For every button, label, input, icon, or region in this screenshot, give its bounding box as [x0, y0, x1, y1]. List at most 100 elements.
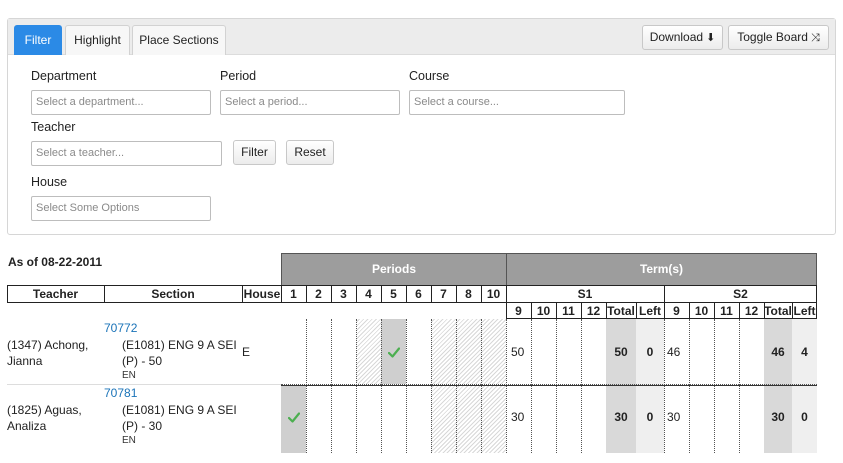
section-description: (E1081) ENG 9 A SEI (P) - 30 [122, 403, 237, 433]
toggle-board-button[interactable]: Toggle Board ⤨ [728, 25, 829, 50]
grid-line [506, 319, 507, 453]
grid-line [556, 302, 557, 318]
s2-grade-9-header: 9 [673, 304, 680, 318]
filter-panel: Filter Highlight Place Sections Download… [7, 18, 836, 235]
s1-grade-11-header: 11 [562, 304, 575, 318]
section-language: EN [122, 435, 136, 446]
period-header-4: 4 [365, 287, 372, 301]
blocked-cell [356, 319, 381, 384]
toggle-board-label: Toggle Board [737, 30, 808, 44]
period-header-6: 6 [415, 287, 422, 301]
grid-line [664, 285, 665, 318]
course-label: Course [409, 69, 450, 83]
grid-line [381, 319, 382, 453]
grid-line [406, 319, 407, 453]
grid-line [456, 319, 457, 453]
house-column-header: House [243, 287, 281, 301]
house-select[interactable]: Select Some Options [31, 196, 211, 221]
period-label: Period [220, 69, 257, 83]
blocked-cell [431, 385, 506, 453]
s2-left-count: 4 [801, 345, 808, 359]
s2-left-header: Left [793, 304, 816, 318]
grid-line [331, 285, 332, 302]
download-button[interactable]: Download ⬇ [642, 25, 723, 50]
s1-grade-12-header: 12 [586, 304, 601, 318]
department-select[interactable]: Select a department... [31, 90, 211, 115]
tab-place-sections[interactable]: Place Sections [132, 25, 226, 55]
s2-left-count: 0 [801, 410, 808, 424]
s1-total-header: Total [607, 304, 635, 318]
s1-left-header: Left [639, 304, 661, 318]
filter-button[interactable]: Filter [233, 140, 276, 165]
s1-left-column [636, 319, 664, 453]
grid-line [481, 285, 482, 302]
section-description: (E1081) ENG 9 A SEI (P) - 50 [122, 338, 237, 368]
header-top-line [7, 285, 817, 286]
s1-total-column [606, 319, 636, 453]
header-left-bottom-line [7, 302, 506, 303]
grid-line [506, 285, 507, 318]
grid-line [764, 302, 765, 318]
s2-total-count: 46 [771, 345, 785, 359]
s1-left-count: 0 [646, 345, 654, 359]
grid-line [356, 319, 357, 453]
period-header-7: 7 [440, 287, 447, 301]
shuffle-icon: ⤨ [810, 32, 820, 44]
grid-line [7, 285, 8, 302]
section-link[interactable]: 70772 [104, 321, 137, 335]
teacher-name: (1825) Aguas, Analiza [7, 403, 82, 433]
s2-total-column [764, 319, 792, 453]
tab-filter[interactable]: Filter [14, 25, 62, 55]
teacher-select[interactable]: Select a teacher... [31, 141, 222, 166]
download-circle-icon: ⬇ [706, 32, 716, 44]
grid-line [456, 285, 457, 302]
period-select[interactable]: Select a period... [220, 90, 400, 115]
grid-line [531, 319, 532, 453]
grid-line [714, 319, 715, 453]
grid-line [739, 319, 740, 453]
grid-line [306, 285, 307, 302]
department-label: Department [31, 69, 97, 83]
grid-line [714, 302, 715, 318]
period-header-10: 10 [486, 287, 501, 301]
grid-line [431, 319, 432, 453]
house-label: House [31, 175, 68, 189]
grid-line [606, 302, 607, 318]
grid-line [556, 319, 557, 453]
grid-line [689, 319, 690, 453]
grid-line [431, 285, 432, 302]
section-column-header: Section [151, 287, 195, 301]
s1-header: S1 [577, 287, 593, 301]
s1-grade-9-count: 50 [511, 345, 525, 359]
period-header-3: 3 [340, 287, 347, 301]
grid-line [531, 302, 532, 318]
teacher-label: Teacher [31, 120, 76, 134]
s2-left-column [792, 319, 817, 453]
s1-total-count: 50 [614, 345, 628, 359]
s1-left-count: 0 [646, 410, 654, 424]
s1-total-count: 30 [614, 410, 628, 424]
s1-grade-9-count: 30 [511, 410, 525, 424]
s2-grade-11-header: 11 [720, 304, 733, 318]
grid-line [104, 285, 105, 302]
grid-line [281, 285, 282, 302]
s2-total-header: Total [764, 304, 792, 318]
s2-grade-9-count: 30 [667, 410, 681, 424]
grid-line [581, 302, 582, 318]
terms-header: Term(s) [506, 253, 817, 286]
period-header-5: 5 [390, 287, 397, 301]
s2-header: S2 [733, 287, 748, 301]
row-divider [281, 385, 817, 386]
section-link[interactable]: 70781 [104, 386, 137, 400]
reset-button[interactable]: Reset [286, 140, 334, 165]
as-of-date: As of 08-22-2011 [7, 255, 103, 269]
blocked-cell [431, 319, 506, 384]
s2-grade-12-header: 12 [744, 304, 759, 318]
tab-highlight[interactable]: Highlight [65, 25, 130, 55]
teacher-name: (1347) Achong, Jianna [7, 338, 89, 368]
teacher-column-header: Teacher [32, 287, 79, 301]
periods-header: Periods [281, 253, 507, 286]
tab-bar: Filter Highlight Place Sections Download… [8, 19, 835, 55]
house-value: E [242, 345, 251, 359]
course-select[interactable]: Select a course... [409, 90, 625, 115]
